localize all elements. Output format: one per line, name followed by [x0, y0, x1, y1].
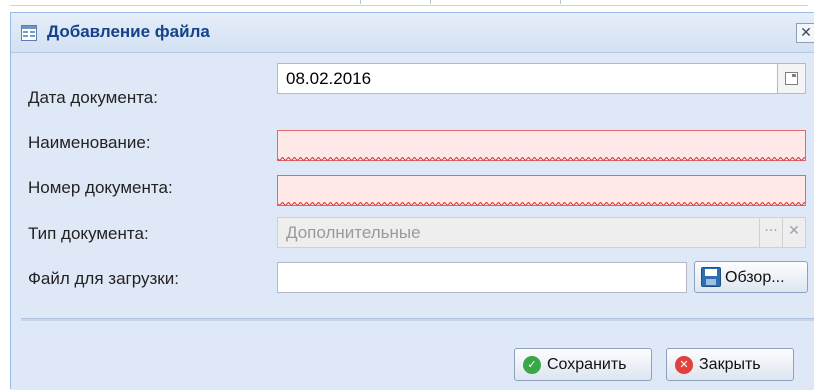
dialog-window-icon: [21, 25, 37, 41]
save-button-label: Сохранить: [547, 356, 627, 373]
background-divider: [10, 5, 808, 6]
dialog-title: Добавление файла: [47, 22, 210, 41]
ellipsis-icon: ···: [760, 217, 783, 248]
file-path-field[interactable]: [277, 262, 687, 293]
name-field-error-underline: [278, 157, 805, 161]
calendar-icon[interactable]: [778, 63, 806, 94]
background-tick: [430, 0, 431, 4]
close-icon[interactable]: ✕: [796, 23, 814, 43]
name-label: Наименование:: [28, 133, 151, 152]
type-field: Дополнительные: [277, 217, 760, 248]
background-tick: [360, 0, 361, 4]
date-field[interactable]: 08.02.2016: [277, 63, 778, 94]
file-label: Файл для загрузки:: [28, 269, 179, 288]
form-divider: [21, 318, 814, 321]
number-label: Номер документа:: [28, 178, 173, 197]
type-label: Тип документа:: [28, 224, 149, 243]
dialog-titlebar[interactable]: Добавление файла ✕: [11, 13, 814, 53]
browse-button-label: Обзор...: [725, 269, 785, 286]
save-button[interactable]: ✓ Сохранить: [514, 348, 652, 381]
background-tick: [560, 0, 561, 4]
background-window-strip: [0, 0, 814, 10]
close-button[interactable]: ✕ Закрыть: [666, 348, 794, 381]
floppy-disk-icon: [701, 267, 721, 287]
dialog-footer: ✓ Сохранить ✕ Закрыть: [11, 333, 814, 390]
number-field-error-underline: [278, 202, 805, 206]
date-label: Дата документа:: [28, 88, 158, 107]
add-file-dialog: Добавление файла ✕ Дата документа: 08.02…: [10, 12, 814, 390]
file-form: Дата документа: 08.02.2016 Наименование:…: [11, 53, 814, 333]
browse-button[interactable]: Обзор...: [694, 261, 808, 293]
close-button-label: Закрыть: [699, 356, 761, 373]
cancel-circle-icon: ✕: [675, 356, 693, 374]
clear-icon: ✕: [783, 217, 806, 248]
check-circle-icon: ✓: [523, 356, 541, 374]
